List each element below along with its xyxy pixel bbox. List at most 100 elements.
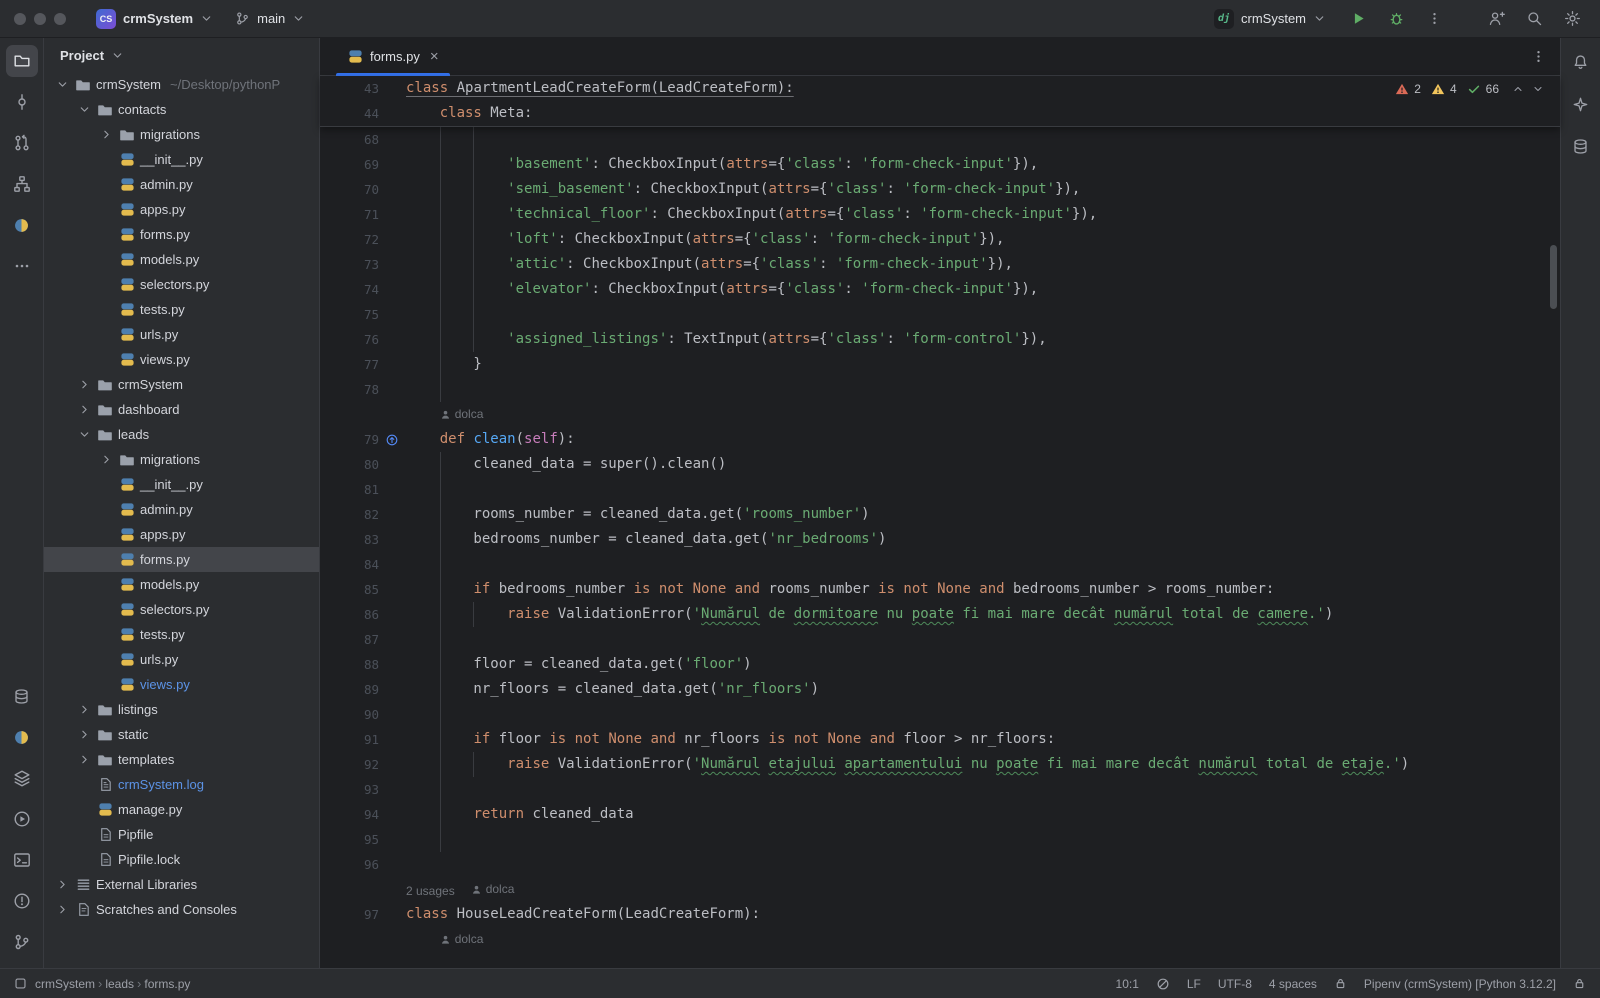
chevron-right-icon[interactable]	[54, 902, 70, 918]
code-editor[interactable]: 6869 'basement': CheckboxInput(attrs={'c…	[320, 127, 1560, 968]
terminal-button[interactable]	[6, 844, 38, 876]
window-close-button[interactable]	[14, 13, 26, 25]
notifications-button[interactable]	[1565, 46, 1597, 78]
code-line-84[interactable]: 84	[320, 552, 1560, 577]
tree-item-models-py[interactable]: models.py	[44, 247, 319, 272]
code-line-73[interactable]: 73 'attic': CheckboxInput(attrs={'class'…	[320, 252, 1560, 277]
code-line-91[interactable]: 91 if floor is not None and nr_floors is…	[320, 727, 1560, 752]
tree-item-init-py[interactable]: __init__.py	[44, 147, 319, 172]
window-minimize-button[interactable]	[34, 13, 46, 25]
code-line-90[interactable]: 90	[320, 702, 1560, 727]
gutter[interactable]: 84	[320, 552, 406, 577]
tree-item-migrations[interactable]: migrations	[44, 447, 319, 472]
gutter[interactable]: 68	[320, 127, 406, 152]
chevron-right-icon[interactable]	[76, 727, 92, 743]
code-line-69[interactable]: 69 'basement': CheckboxInput(attrs={'cla…	[320, 152, 1560, 177]
usages-hint[interactable]: 2 usages	[406, 884, 455, 898]
gutter[interactable]	[320, 927, 406, 952]
gutter[interactable]: 69	[320, 152, 406, 177]
tree-item-listings[interactable]: listings	[44, 697, 319, 722]
code-line-97[interactable]: 97class HouseLeadCreateForm(LeadCreateFo…	[320, 902, 1560, 927]
tree-item-migrations[interactable]: migrations	[44, 122, 319, 147]
chevron-right-icon[interactable]	[54, 877, 70, 893]
code-line-94[interactable]: 94 return cleaned_data	[320, 802, 1560, 827]
code-line-81[interactable]: 81	[320, 477, 1560, 502]
search-everywhere-button[interactable]	[1520, 5, 1548, 33]
chevron-right-icon[interactable]	[76, 402, 92, 418]
chevron-down-icon[interactable]	[76, 102, 92, 118]
tree-item-models-py[interactable]: models.py	[44, 572, 319, 597]
tree-item-selectors-py[interactable]: selectors.py	[44, 272, 319, 297]
chevron-down-icon[interactable]	[54, 77, 70, 93]
highlighting-level-widget[interactable]	[1156, 977, 1170, 991]
chevron-down-icon[interactable]	[76, 427, 92, 443]
code-line-76[interactable]: 76 'assigned_listings': TextInput(attrs=…	[320, 327, 1560, 352]
project-button[interactable]	[6, 45, 38, 77]
code-line-96[interactable]: 96	[320, 852, 1560, 877]
gutter[interactable]: 80	[320, 452, 406, 477]
gutter[interactable]: 73	[320, 252, 406, 277]
tree-item-selectors-py[interactable]: selectors.py	[44, 597, 319, 622]
branch-widget[interactable]: main	[227, 7, 313, 30]
gutter[interactable]: 92	[320, 752, 406, 777]
gutter[interactable]: 82	[320, 502, 406, 527]
gutter[interactable]: 85	[320, 577, 406, 602]
chevron-right-icon[interactable]	[76, 752, 92, 768]
more-button[interactable]	[6, 250, 38, 282]
tree-item-forms-py[interactable]: forms.py	[44, 547, 319, 572]
author-hint[interactable]: dolca	[440, 402, 484, 427]
gutter[interactable]: 43	[320, 76, 406, 101]
gutter[interactable]: 95	[320, 827, 406, 852]
encoding-widget[interactable]: UTF-8	[1218, 977, 1252, 991]
tree-item-forms-py[interactable]: forms.py	[44, 222, 319, 247]
chevron-right-icon[interactable]	[76, 377, 92, 393]
gutter[interactable]: 96	[320, 852, 406, 877]
tree-item-views-py[interactable]: views.py	[44, 672, 319, 697]
indent-widget[interactable]: 4 spaces	[1269, 977, 1317, 991]
tree-item-static[interactable]: static	[44, 722, 319, 747]
chevron-right-icon[interactable]	[98, 127, 114, 143]
close-tab-icon[interactable]: ×	[430, 49, 439, 64]
previous-problem-icon[interactable]	[1512, 83, 1524, 95]
code-line-68[interactable]: 68	[320, 127, 1560, 152]
tree-item-admin-py[interactable]: admin.py	[44, 172, 319, 197]
code-line-85[interactable]: 85 if bedrooms_number is not None and ro…	[320, 577, 1560, 602]
dependencies-button[interactable]	[6, 762, 38, 794]
interpreter-widget[interactable]: Pipenv (crmSystem) [Python 3.12.2]	[1364, 977, 1556, 991]
code-hint-line[interactable]: dolca	[320, 402, 1560, 427]
services-button[interactable]	[6, 803, 38, 835]
gutter[interactable]: 89	[320, 677, 406, 702]
version-control-button[interactable]	[6, 926, 38, 958]
pull-requests-button[interactable]	[6, 127, 38, 159]
project-widget[interactable]: CS crmSystem	[88, 5, 221, 33]
tree-item-views-py[interactable]: views.py	[44, 347, 319, 372]
tree-item-apps-py[interactable]: apps.py	[44, 522, 319, 547]
gutter[interactable]: 88	[320, 652, 406, 677]
code-line-77[interactable]: 77 }	[320, 352, 1560, 377]
code-line-86[interactable]: 86 raise ValidationError('Numărul de dor…	[320, 602, 1560, 627]
run-configuration-widget[interactable]: dj crmSystem	[1206, 5, 1334, 33]
tab-forms-py[interactable]: forms.py ×	[336, 38, 450, 75]
gutter[interactable]: 97	[320, 902, 406, 927]
chevron-right-icon[interactable]	[98, 452, 114, 468]
database-button[interactable]	[1565, 130, 1597, 162]
gutter[interactable]: 70	[320, 177, 406, 202]
gutter[interactable]: 78	[320, 377, 406, 402]
inspections-widget[interactable]: 2 4 66	[1395, 76, 1544, 101]
code-line-72[interactable]: 72 'loft': CheckboxInput(attrs={'class':…	[320, 227, 1560, 252]
ai-assistant-button[interactable]	[1565, 88, 1597, 120]
python-packages-button[interactable]	[6, 209, 38, 241]
chevron-right-icon[interactable]	[76, 702, 92, 718]
author-hint[interactable]: dolca	[471, 877, 515, 902]
code-line-92[interactable]: 92 raise ValidationError('Numărul etajul…	[320, 752, 1560, 777]
tree-item-tests-py[interactable]: tests.py	[44, 622, 319, 647]
settings-button[interactable]	[1558, 5, 1586, 33]
gutter[interactable]: 93	[320, 777, 406, 802]
code-line-89[interactable]: 89 nr_floors = cleaned_data.get('nr_floo…	[320, 677, 1560, 702]
problems-button[interactable]	[6, 885, 38, 917]
line-separator-widget[interactable]: LF	[1187, 977, 1201, 991]
gutter[interactable]: 77	[320, 352, 406, 377]
code-line-78[interactable]: 78	[320, 377, 1560, 402]
code-hint-line[interactable]: 2 usages dolca	[320, 877, 1560, 902]
code-line-83[interactable]: 83 bedrooms_number = cleaned_data.get('n…	[320, 527, 1560, 552]
